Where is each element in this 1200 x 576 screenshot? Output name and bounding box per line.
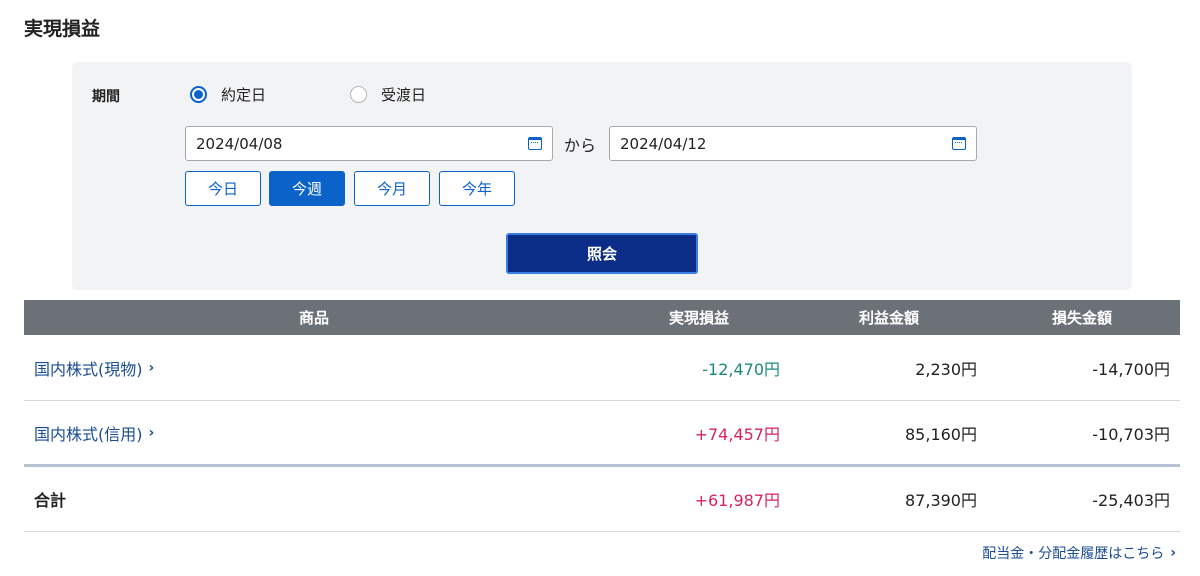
realized-pl-table: 商品 実現損益 利益金額 損失金額 国内株式(現物) › -12,470円 2,… bbox=[24, 300, 1180, 532]
chevron-right-icon: › bbox=[148, 424, 155, 441]
profit-value: 85,160円 bbox=[905, 424, 977, 444]
date-to-input[interactable]: 2024/04/12 bbox=[609, 126, 977, 161]
profit-value: 2,230円 bbox=[915, 359, 977, 379]
radio-checked-icon bbox=[190, 86, 207, 103]
table-row: 国内株式(現物) › -12,470円 2,230円 -14,700円 bbox=[24, 335, 1180, 401]
dividend-history-link[interactable]: 配当金・分配金履歴はこちら › bbox=[982, 543, 1176, 563]
this-month-button[interactable]: 今月 bbox=[354, 171, 430, 206]
product-link-margin[interactable]: 国内株式(信用) › bbox=[24, 421, 604, 445]
chevron-right-icon: › bbox=[1170, 545, 1176, 561]
this-year-button[interactable]: 今年 bbox=[439, 171, 515, 206]
total-profit: 87,390円 bbox=[905, 491, 977, 510]
calendar-icon[interactable] bbox=[952, 137, 966, 150]
table-row: 国内株式(信用) › +74,457円 85,160円 -10,703円 bbox=[24, 401, 1180, 467]
radio-delivery-label: 受渡日 bbox=[381, 86, 427, 104]
date-to-value: 2024/04/12 bbox=[620, 134, 707, 153]
date-from-input[interactable]: 2024/04/08 bbox=[185, 126, 553, 161]
radio-delivery-date[interactable]: 受渡日 bbox=[350, 84, 426, 105]
product-name: 国内株式(信用) bbox=[34, 424, 143, 444]
header-profit: 利益金額 bbox=[858, 309, 919, 327]
header-product: 商品 bbox=[298, 309, 329, 327]
page-title: 実現損益 bbox=[24, 18, 101, 40]
total-realized: +61,987円 bbox=[694, 491, 780, 510]
date-from-value: 2024/04/08 bbox=[196, 134, 283, 153]
product-name: 国内株式(現物) bbox=[34, 359, 143, 379]
today-button[interactable]: 今日 bbox=[185, 171, 261, 206]
this-week-button[interactable]: 今週 bbox=[269, 171, 345, 206]
calendar-icon[interactable] bbox=[528, 137, 542, 150]
radio-unchecked-icon bbox=[350, 86, 367, 103]
realized-value: +74,457円 bbox=[694, 424, 780, 444]
radio-contract-label: 約定日 bbox=[221, 86, 267, 104]
header-realized: 実現損益 bbox=[668, 309, 729, 327]
total-row: 合計 +61,987円 87,390円 -25,403円 bbox=[24, 467, 1180, 532]
chevron-right-icon: › bbox=[148, 359, 155, 376]
header-loss: 損失金額 bbox=[1051, 309, 1112, 327]
dividend-link-label: 配当金・分配金履歴はこちら bbox=[982, 546, 1165, 562]
total-label: 合計 bbox=[34, 491, 67, 510]
total-loss: -25,403円 bbox=[1092, 491, 1170, 510]
table-header: 商品 実現損益 利益金額 損失金額 bbox=[24, 300, 1180, 335]
loss-value: -14,700円 bbox=[1092, 359, 1170, 379]
query-button[interactable]: 照会 bbox=[506, 233, 698, 274]
loss-value: -10,703円 bbox=[1092, 424, 1170, 444]
product-link-cash[interactable]: 国内株式(現物) › bbox=[24, 356, 604, 380]
filter-panel: 期間 約定日 受渡日 2024/04/08 から 2024/04/12 今日 今… bbox=[72, 62, 1132, 290]
period-label: 期間 bbox=[92, 89, 120, 105]
realized-value: -12,470円 bbox=[702, 359, 780, 379]
date-separator: から bbox=[564, 136, 597, 155]
radio-contract-date[interactable]: 約定日 bbox=[190, 84, 266, 105]
